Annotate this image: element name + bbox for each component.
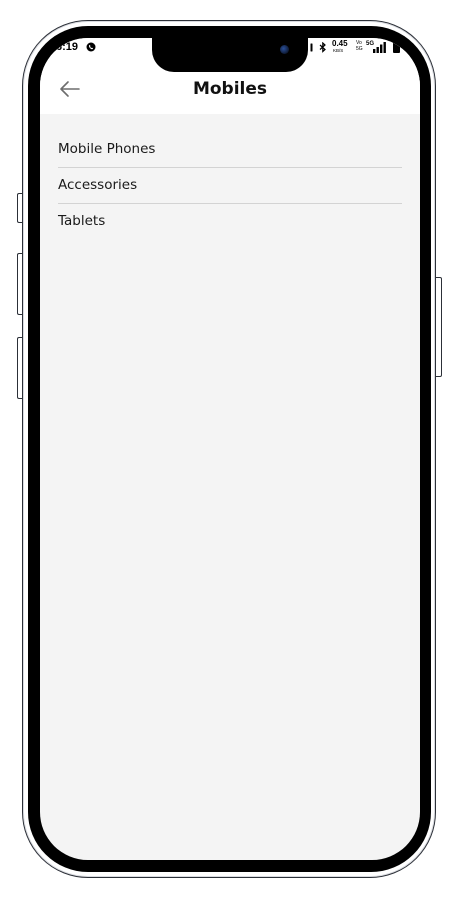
category-item-tablets[interactable]: Tablets [58, 204, 402, 240]
battery-icon [393, 41, 400, 53]
category-item-mobile-phones[interactable]: Mobile Phones [58, 132, 402, 168]
volte-bottom-label: 5G [356, 46, 363, 52]
page-title: Mobiles [192, 79, 268, 99]
front-camera [280, 45, 289, 54]
app-header: 6:19 0.45 KB/S Vo 5G 5G Mobiles [40, 38, 420, 114]
camera-notch [152, 38, 308, 72]
power-button [436, 277, 442, 377]
net-speed-value: 0.45 [332, 39, 348, 48]
category-item-accessories[interactable]: Accessories [58, 168, 402, 204]
net-speed-unit: KB/S [333, 48, 344, 53]
phone-screen: 6:19 0.45 KB/S Vo 5G 5G Mobiles Mobile P… [40, 38, 420, 860]
signal-icon [373, 42, 386, 53]
bluetooth-icon [319, 42, 326, 53]
status-icons: 0.45 KB/S Vo 5G 5G [310, 40, 420, 56]
category-list: Mobile Phones Accessories Tablets [58, 132, 402, 240]
whatsapp-icon [86, 42, 96, 52]
vibrate-icon [310, 43, 313, 52]
status-time: 6:19 [56, 41, 79, 53]
